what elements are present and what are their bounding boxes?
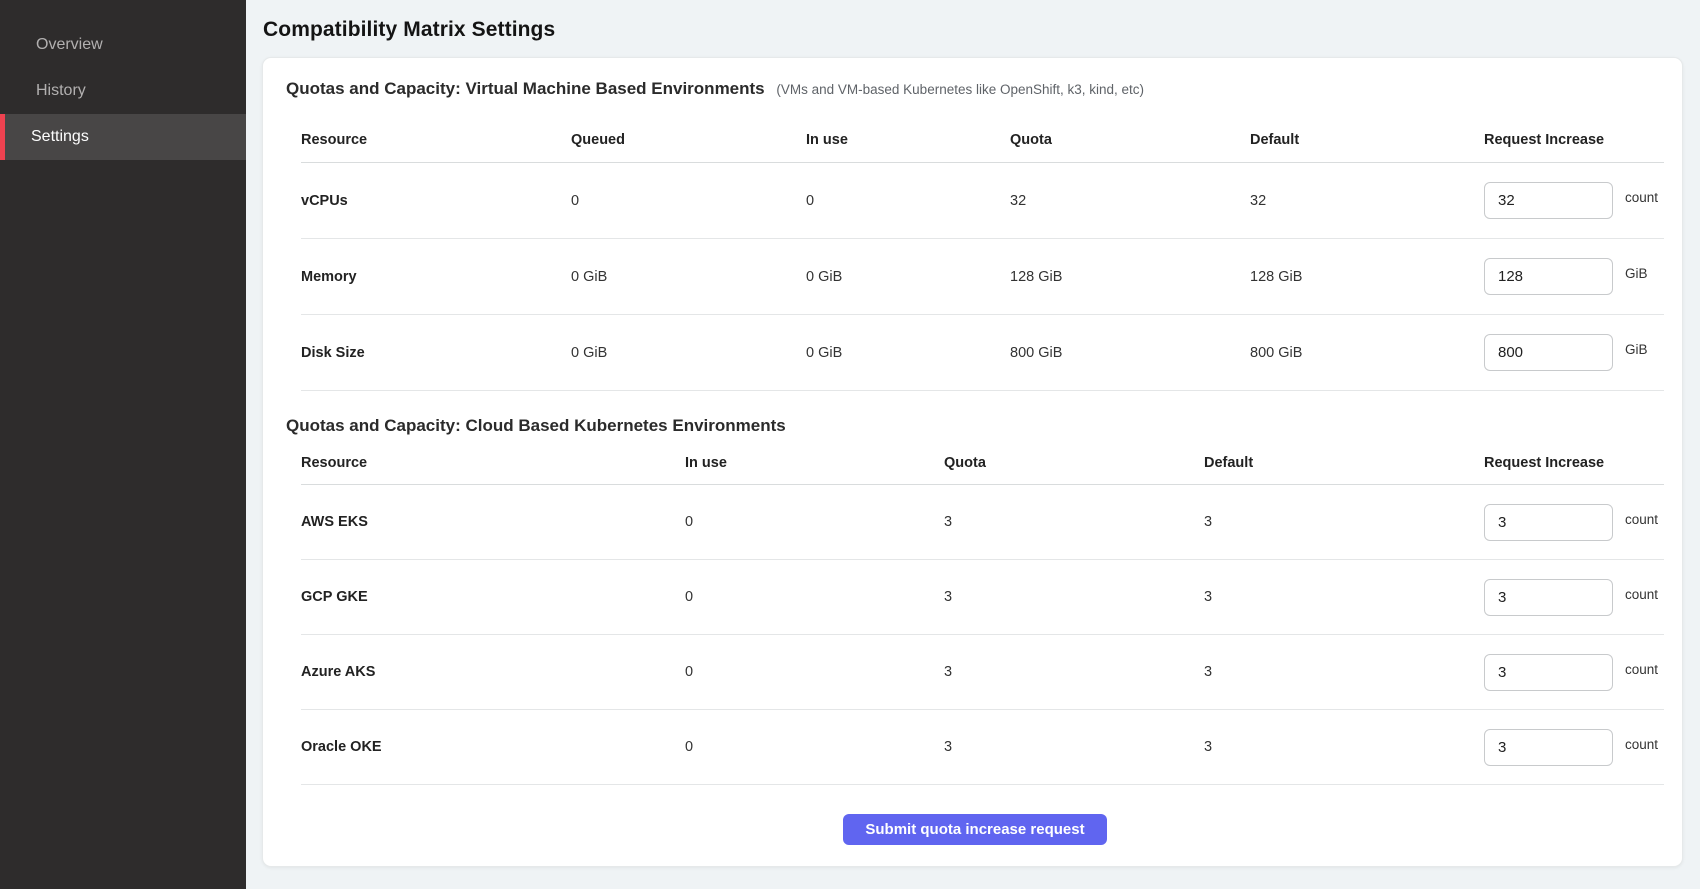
column-header-in-use: In use: [806, 132, 1010, 148]
table-row-aws-eks: AWS EKS 0 3 3 count: [301, 485, 1664, 560]
column-header-resource: Resource: [301, 132, 571, 148]
quota-value: 128 GiB: [1010, 269, 1250, 285]
section-title-cloud-k8s: Quotas and Capacity: Cloud Based Kuberne…: [286, 415, 1664, 437]
unit-label: GiB: [1625, 266, 1648, 281]
resource-name: Azure AKS: [301, 664, 685, 680]
queued-value: 0: [571, 193, 806, 209]
column-header-resource: Resource: [301, 455, 685, 471]
quota-value: 3: [944, 589, 1204, 605]
quota-value: 800 GiB: [1010, 345, 1250, 361]
unit-label: GiB: [1625, 342, 1648, 357]
default-value: 800 GiB: [1250, 345, 1484, 361]
section-title-text: Quotas and Capacity: Cloud Based Kuberne…: [286, 416, 786, 435]
quota-value: 32: [1010, 193, 1250, 209]
vm-quota-table: Resource Queued In use Quota Default Req…: [286, 101, 1664, 391]
default-value: 3: [1204, 739, 1484, 755]
resource-name: Disk Size: [301, 345, 571, 361]
resource-name: GCP GKE: [301, 589, 685, 605]
resource-name: Memory: [301, 269, 571, 285]
sidebar-item-label: History: [36, 82, 86, 100]
column-header-quota: Quota: [1010, 132, 1250, 148]
table-row-azure-aks: Azure AKS 0 3 3 count: [301, 635, 1664, 710]
resource-name: vCPUs: [301, 193, 571, 209]
default-value: 128 GiB: [1250, 269, 1484, 285]
column-header-quota: Quota: [944, 455, 1204, 471]
section-title-vm: Quotas and Capacity: Virtual Machine Bas…: [286, 78, 1664, 101]
in-use-value: 0: [685, 739, 944, 755]
sidebar-item-overview[interactable]: Overview: [0, 22, 246, 68]
column-header-request-increase: Request Increase: [1484, 132, 1664, 148]
in-use-value: 0: [685, 514, 944, 530]
in-use-value: 0: [685, 664, 944, 680]
request-increase-input-azure-aks[interactable]: [1484, 654, 1613, 691]
default-value: 3: [1204, 664, 1484, 680]
sidebar-item-label: Overview: [36, 36, 103, 54]
queued-value: 0 GiB: [571, 345, 806, 361]
in-use-value: 0: [806, 193, 1010, 209]
default-value: 32: [1250, 193, 1484, 209]
resource-name: AWS EKS: [301, 514, 685, 530]
page-title: Compatibility Matrix Settings: [263, 18, 1683, 42]
submit-quota-increase-button[interactable]: Submit quota increase request: [843, 814, 1106, 845]
request-increase-input-vcpus[interactable]: [1484, 182, 1613, 219]
sidebar-item-history[interactable]: History: [0, 68, 246, 114]
quota-value: 3: [944, 514, 1204, 530]
submit-row: Submit quota increase request: [286, 814, 1664, 845]
in-use-value: 0: [685, 589, 944, 605]
request-increase-input-oracle-oke[interactable]: [1484, 729, 1613, 766]
request-increase-input-disk-size[interactable]: [1484, 334, 1613, 371]
table-row-disk-size: Disk Size 0 GiB 0 GiB 800 GiB 800 GiB Gi…: [301, 315, 1664, 391]
column-header-request-increase: Request Increase: [1484, 455, 1664, 471]
unit-label: count: [1625, 587, 1658, 602]
table-row-gcp-gke: GCP GKE 0 3 3 count: [301, 560, 1664, 635]
sidebar: Overview History Settings: [0, 0, 246, 889]
unit-label: count: [1625, 190, 1658, 205]
table-row-memory: Memory 0 GiB 0 GiB 128 GiB 128 GiB GiB: [301, 239, 1664, 315]
request-increase-input-gcp-gke[interactable]: [1484, 579, 1613, 616]
table-row-vcpus: vCPUs 0 0 32 32 count: [301, 163, 1664, 239]
table-header-row: Resource In use Quota Default Request In…: [301, 437, 1664, 485]
table-row-oracle-oke: Oracle OKE 0 3 3 count: [301, 710, 1664, 785]
default-value: 3: [1204, 514, 1484, 530]
section-subtitle: (VMs and VM-based Kubernetes like OpenSh…: [776, 82, 1144, 97]
unit-label: count: [1625, 737, 1658, 752]
column-header-default: Default: [1250, 132, 1484, 148]
sidebar-item-settings[interactable]: Settings: [0, 114, 246, 160]
column-header-default: Default: [1204, 455, 1484, 471]
table-header-row: Resource Queued In use Quota Default Req…: [301, 101, 1664, 163]
main-content: Compatibility Matrix Settings Quotas and…: [246, 0, 1700, 889]
quota-value: 3: [944, 739, 1204, 755]
sidebar-item-label: Settings: [31, 128, 89, 146]
request-increase-input-aws-eks[interactable]: [1484, 504, 1613, 541]
quota-value: 3: [944, 664, 1204, 680]
cloud-k8s-quota-table: Resource In use Quota Default Request In…: [286, 437, 1664, 785]
in-use-value: 0 GiB: [806, 345, 1010, 361]
queued-value: 0 GiB: [571, 269, 806, 285]
default-value: 3: [1204, 589, 1484, 605]
settings-card: Quotas and Capacity: Virtual Machine Bas…: [262, 57, 1683, 867]
unit-label: count: [1625, 512, 1658, 527]
in-use-value: 0 GiB: [806, 269, 1010, 285]
unit-label: count: [1625, 662, 1658, 677]
request-increase-input-memory[interactable]: [1484, 258, 1613, 295]
resource-name: Oracle OKE: [301, 739, 685, 755]
column-header-queued: Queued: [571, 132, 806, 148]
column-header-in-use: In use: [685, 455, 944, 471]
section-title-text: Quotas and Capacity: Virtual Machine Bas…: [286, 79, 765, 98]
